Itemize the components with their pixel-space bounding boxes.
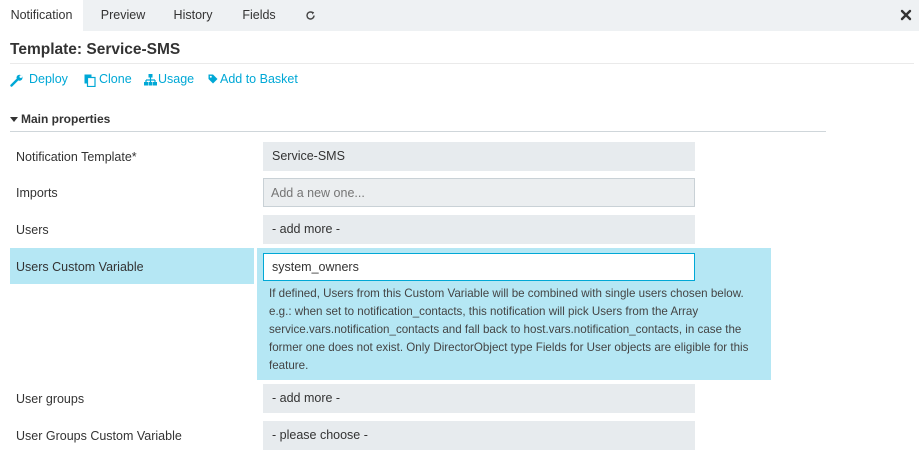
close-icon (900, 9, 912, 21)
user-groups-custom-variable-label: User Groups Custom Variable (16, 429, 182, 443)
tab-preview[interactable]: Preview (90, 0, 156, 31)
user-groups-select[interactable]: - add more - (263, 384, 695, 413)
users-select[interactable]: - add more - (263, 215, 695, 244)
section-title: Main properties (21, 112, 111, 126)
close-button[interactable] (899, 8, 913, 22)
user-groups-custom-variable-select[interactable]: - please choose - (263, 421, 695, 450)
imports-input[interactable] (263, 178, 695, 207)
title-divider (10, 63, 914, 64)
add-to-basket-label: Add to Basket (220, 72, 298, 86)
tab-fields[interactable]: Fields (231, 0, 287, 31)
imports-label: Imports (16, 186, 58, 200)
refresh-icon (306, 11, 315, 20)
tab-history[interactable]: History (162, 0, 224, 31)
users-label: Users (16, 223, 49, 237)
deploy-label: Deploy (29, 72, 68, 86)
users-custom-variable-help-text: If defined, Users from this Custom Varia… (269, 287, 749, 372)
users-custom-variable-input[interactable]: system_owners (263, 253, 695, 281)
user-groups-label: User groups (16, 392, 85, 406)
copy-icon (84, 74, 96, 87)
users-custom-variable-label: Users Custom Variable (16, 260, 144, 274)
notification-template-label: Notification Template* (16, 150, 137, 164)
wrench-icon (10, 74, 23, 87)
sitemap-icon (144, 74, 157, 86)
notification-template-field[interactable]: Service-SMS (263, 142, 695, 171)
tab-bar: Notification Preview History Fields (0, 0, 919, 31)
clone-label: Clone (99, 72, 132, 86)
tag-icon (208, 74, 218, 84)
refresh-button[interactable] (296, 0, 326, 31)
usage-label: Usage (158, 72, 195, 86)
page-title: Template: Service-SMS (10, 41, 181, 58)
caret-down-icon (10, 117, 18, 122)
tab-notification[interactable]: Notification (0, 0, 83, 31)
main-properties-section-toggle[interactable]: Main properties (10, 112, 826, 132)
